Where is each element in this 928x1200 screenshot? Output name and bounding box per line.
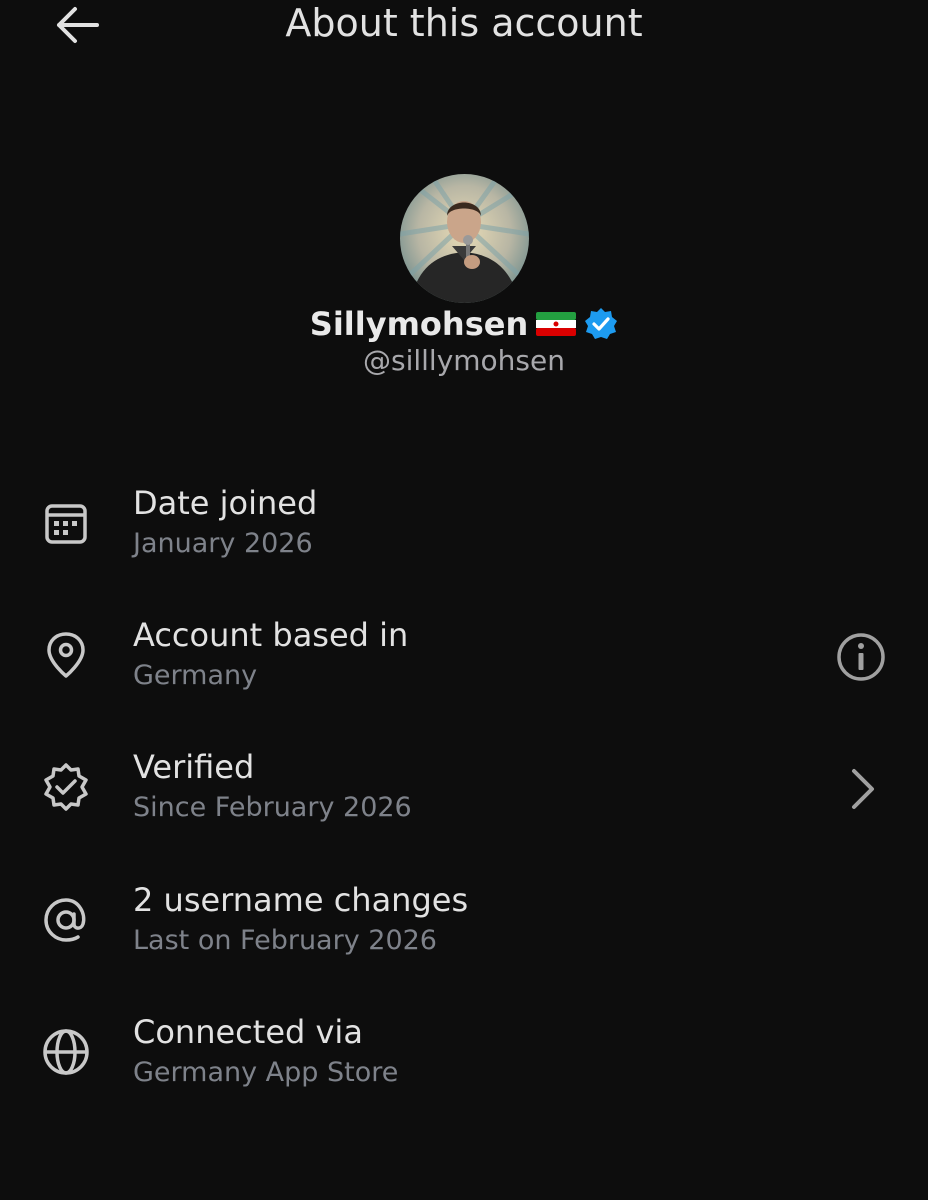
- verified-badge-icon[interactable]: [584, 307, 618, 341]
- row-label: Verified: [133, 748, 255, 786]
- row-account-based-in: Account based in Germany: [0, 610, 928, 720]
- row-value: Last on February 2026: [133, 925, 437, 956]
- row-value: January 2026: [133, 528, 313, 559]
- row-date-joined: Date joined January 2026: [0, 478, 928, 588]
- display-name: Sillymohsen: [309, 305, 529, 343]
- row-value: Germany: [133, 660, 258, 691]
- at-sign-icon: [38, 892, 94, 948]
- calendar-icon: [38, 495, 94, 551]
- top-bar: About this account: [0, 0, 928, 50]
- username-handle: @silllymohsen: [363, 344, 565, 377]
- row-value: Since February 2026: [133, 792, 412, 823]
- row-username-changes: 2 username changes Last on February 2026: [0, 875, 928, 985]
- info-icon: [837, 633, 885, 681]
- info-button[interactable]: [831, 627, 891, 687]
- row-label: Account based in: [133, 616, 409, 654]
- row-label: Date joined: [133, 484, 318, 522]
- row-verified[interactable]: Verified Since February 2026: [0, 742, 928, 852]
- chevron-right-icon[interactable]: [832, 759, 892, 819]
- page-title: About this account: [285, 1, 643, 45]
- globe-icon: [38, 1024, 94, 1080]
- profile-name-row: Sillymohsen: [0, 300, 928, 348]
- row-label: 2 username changes: [133, 881, 469, 919]
- row-connected-via: Connected via Germany App Store: [0, 1007, 928, 1117]
- row-label: Connected via: [133, 1013, 363, 1051]
- iran-flag-icon: [536, 310, 577, 338]
- verified-outline-icon: [38, 759, 94, 815]
- location-pin-icon: [38, 627, 94, 683]
- row-value: Germany App Store: [133, 1057, 399, 1088]
- avatar[interactable]: [400, 174, 529, 303]
